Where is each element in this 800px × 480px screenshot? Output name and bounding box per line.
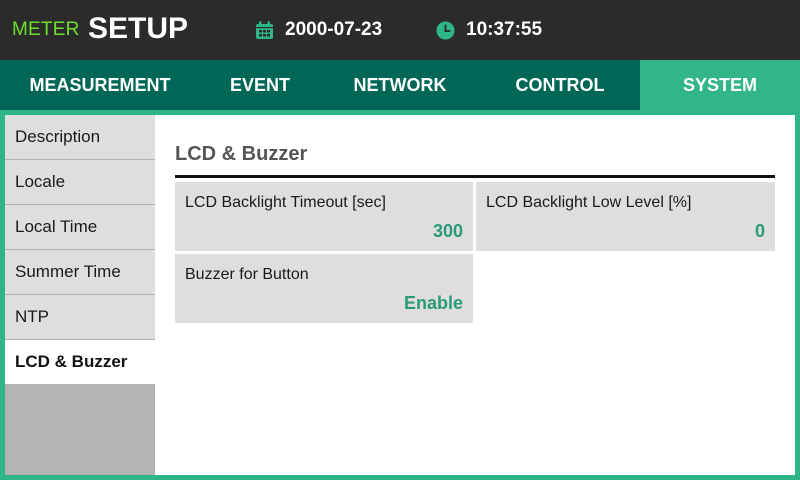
header-bar: METER SETUP 2000-07-23 10:37:55 — [0, 0, 800, 60]
setting-lcd-backlight-timeout[interactable]: LCD Backlight Timeout [sec] 300 — [175, 182, 473, 251]
sidebar-item-ntp[interactable]: NTP — [5, 295, 155, 339]
setting-value: Enable — [403, 293, 463, 313]
sidebar-item-local-time[interactable]: Local Time — [5, 205, 155, 249]
header-date: 2000-07-23 — [285, 19, 383, 40]
setting-lcd-backlight-low-level[interactable]: LCD Backlight Low Level [%] 0 — [476, 182, 775, 251]
header-time: 10:37:55 — [466, 19, 543, 40]
content-panel: Description Locale Local Time Summer Tim… — [5, 115, 795, 475]
sidebar-item-description[interactable]: Description — [5, 115, 155, 159]
setting-buzzer-for-button[interactable]: Buzzer for Button Enable — [175, 254, 473, 323]
calendar-icon — [255, 21, 274, 45]
tab-measurement[interactable]: MEASUREMENT — [0, 60, 200, 110]
brand-meter: METER — [12, 19, 80, 40]
tab-event[interactable]: EVENT — [200, 60, 320, 110]
brand-setup: SETUP — [88, 12, 189, 45]
sidebar-item-lcd-buzzer[interactable]: LCD & Buzzer — [5, 340, 155, 384]
sidebar-item-summer-time[interactable]: Summer Time — [5, 250, 155, 294]
sidebar-item-locale[interactable]: Locale — [5, 160, 155, 204]
setting-label: LCD Backlight Low Level [%] — [486, 194, 692, 211]
setting-label: Buzzer for Button — [185, 266, 309, 283]
section-divider — [175, 175, 775, 178]
section-title: LCD & Buzzer — [175, 143, 308, 165]
setting-label: LCD Backlight Timeout [sec] — [185, 194, 386, 211]
clock-icon — [436, 21, 455, 45]
sidebar: Description Locale Local Time Summer Tim… — [5, 115, 155, 475]
setting-value: 0 — [754, 221, 765, 241]
setting-value: 300 — [432, 221, 463, 241]
tab-system[interactable]: SYSTEM — [640, 60, 800, 110]
tab-network[interactable]: NETWORK — [320, 60, 480, 110]
main-tab-bar: MEASUREMENT EVENT NETWORK CONTROL SYSTEM — [0, 60, 800, 110]
tab-control[interactable]: CONTROL — [480, 60, 640, 110]
